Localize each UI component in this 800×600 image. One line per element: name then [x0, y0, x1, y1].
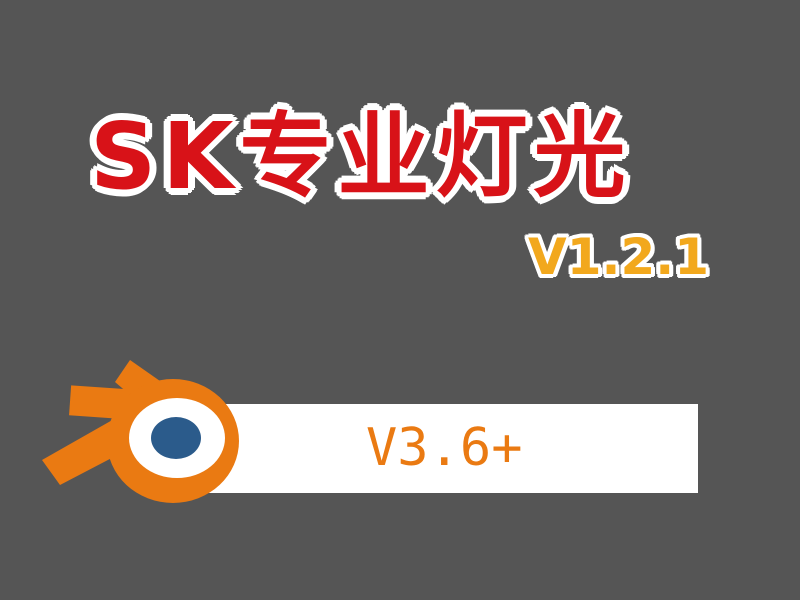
logo-core: [151, 417, 201, 459]
product-title: SK专业灯光: [90, 103, 632, 210]
version-label: V1.2.1: [528, 228, 710, 286]
blender-logo-icon: [42, 360, 239, 503]
product-banner: SK专业灯光 V1.2.1 V3.6+: [0, 0, 800, 600]
blender-version-requirement: V3.6+: [366, 418, 523, 478]
